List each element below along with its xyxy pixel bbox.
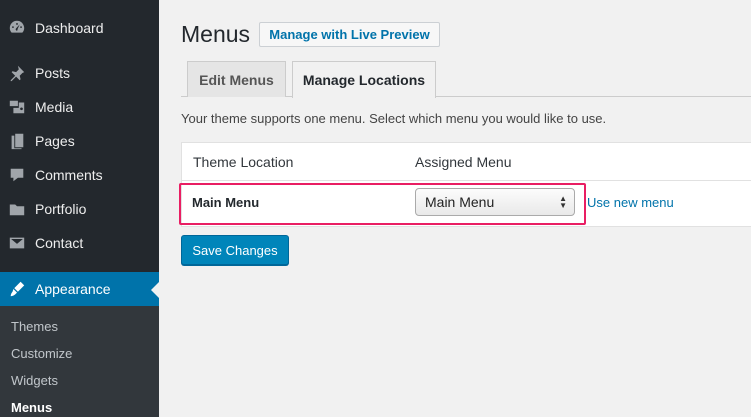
sidebar-item-label: Comments [35, 167, 103, 183]
envelope-icon [7, 233, 27, 253]
submenu-item-customize[interactable]: Customize [11, 346, 72, 361]
active-indicator-arrow [151, 282, 159, 298]
sidebar-item-label: Portfolio [35, 201, 87, 217]
sidebar-item-label: Contact [35, 235, 84, 251]
use-new-menu-link[interactable]: Use new menu [587, 195, 674, 210]
location-name: Main Menu [192, 195, 260, 210]
sidebar-item-label: Appearance [35, 281, 111, 297]
folder-icon [7, 199, 27, 219]
tab-edit-menus[interactable]: Edit Menus [187, 61, 286, 97]
submenu-item-widgets[interactable]: Widgets [11, 373, 58, 388]
sidebar-item-label: Media [35, 99, 74, 115]
manage-live-preview-button[interactable]: Manage with Live Preview [259, 22, 440, 47]
submenu-item-themes[interactable]: Themes [11, 319, 58, 334]
selected-menu-value: Main Menu [425, 194, 495, 210]
save-changes-button[interactable]: Save Changes [181, 235, 289, 265]
sidebar-item-appearance[interactable]: Appearance [0, 272, 159, 306]
pages-icon [7, 131, 27, 151]
sidebar-item-contact[interactable]: Contact [0, 226, 159, 260]
sidebar-item-label: Posts [35, 65, 71, 81]
table-header-row: Theme Location Assigned Menu [182, 143, 751, 181]
sidebar-item-label: Dashboard [35, 20, 104, 36]
comment-icon [7, 165, 27, 185]
select-arrows-icon: ▲ ▼ [559, 194, 567, 210]
sidebar-item-label: Pages [35, 133, 75, 149]
submenu-item-menus[interactable]: Menus [11, 400, 52, 415]
column-header-theme-location: Theme Location [193, 154, 294, 170]
column-header-assigned-menu: Assigned Menu [415, 154, 512, 170]
page-title: Menus [181, 21, 251, 47]
dashboard-icon [7, 18, 27, 38]
assigned-menu-select[interactable]: Main Menu ▲ ▼ [415, 188, 575, 216]
sidebar-item-media[interactable]: Media [0, 90, 159, 124]
sidebar-item-comments[interactable]: Comments [0, 158, 159, 192]
tab-manage-locations[interactable]: Manage Locations [292, 61, 436, 98]
appearance-submenu: Themes Customize Widgets Menus [0, 306, 159, 417]
media-icon [7, 97, 27, 117]
sidebar-item-dashboard[interactable]: Dashboard [0, 11, 159, 45]
pin-icon [7, 63, 27, 83]
intro-text: Your theme supports one menu. Select whi… [181, 111, 607, 126]
sidebar-item-portfolio[interactable]: Portfolio [0, 192, 159, 226]
brush-icon [7, 279, 27, 299]
admin-sidebar: Dashboard Posts Media Pages Comments Por… [0, 0, 159, 417]
sidebar-item-posts[interactable]: Posts [0, 56, 159, 90]
sidebar-item-pages[interactable]: Pages [0, 124, 159, 158]
